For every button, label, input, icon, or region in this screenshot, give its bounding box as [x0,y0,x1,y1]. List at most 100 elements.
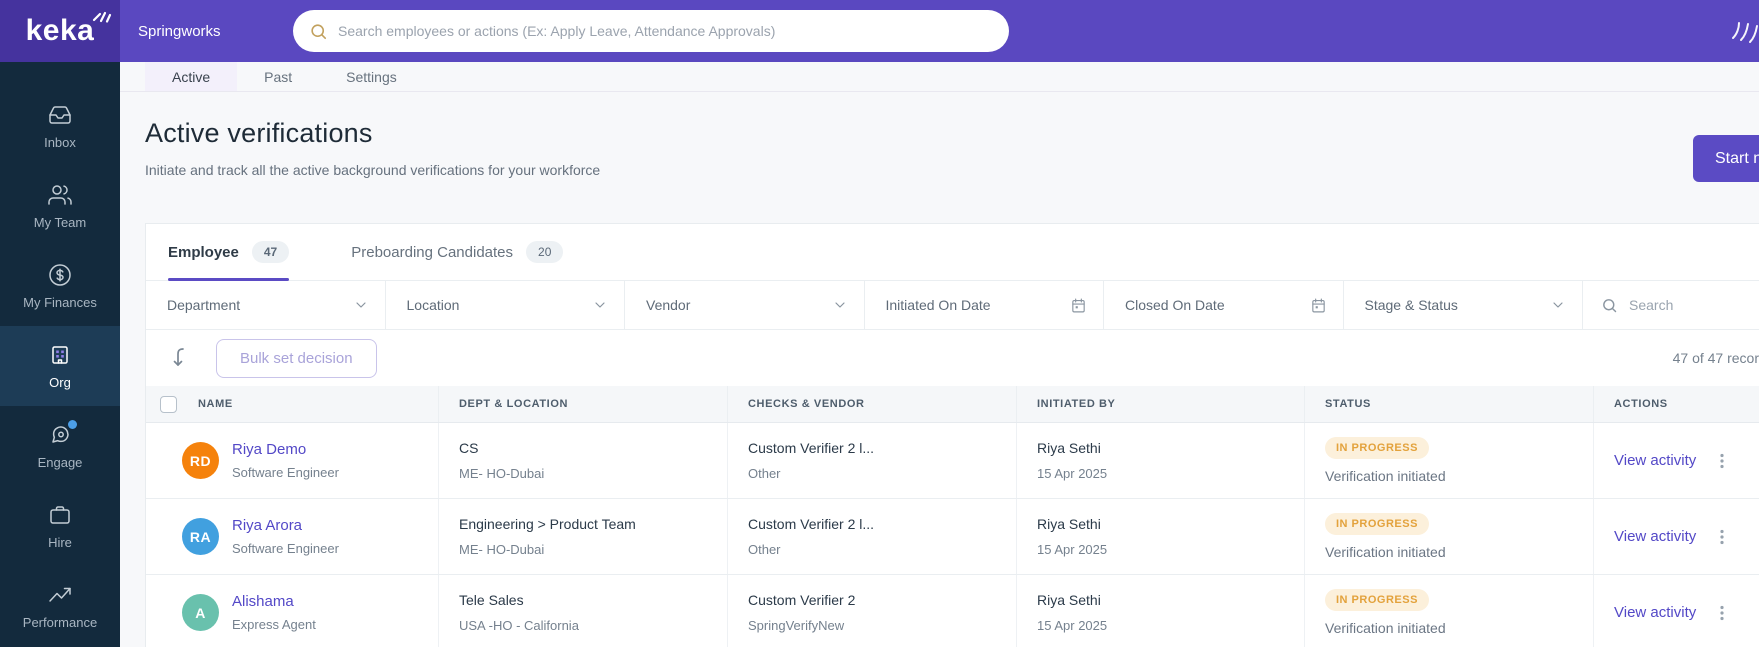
page-title: Active verifications [145,118,373,148]
chevron-down-icon [1550,297,1566,313]
calendar-icon [1070,297,1087,314]
status-text: Verification initiated [1325,468,1446,484]
initiated-by: Riya Sethi [1037,516,1101,532]
employee-role: Software Engineer [232,465,339,480]
column-initiated-by: INITIATED BY [1017,386,1305,422]
page-header: Active verifications Initiate and track … [120,92,1759,178]
people-icon [48,183,72,207]
top-bar: keka Springworks [0,0,1759,62]
kebab-menu-icon[interactable] [1714,528,1730,546]
view-activity-link[interactable]: View activity [1614,604,1696,621]
tab-past[interactable]: Past [237,62,319,91]
filter-closed-on-date[interactable]: Closed On Date [1104,281,1344,329]
location: USA -HO - California [459,618,579,633]
calendar-icon [1310,297,1327,314]
initiated-on: 15 Apr 2025 [1037,618,1108,633]
filter-vendor[interactable]: Vendor [625,281,865,329]
sidebar-label: Performance [22,614,98,630]
initiated-on: 15 Apr 2025 [1037,466,1108,481]
chevron-down-icon [353,297,369,313]
records-count: 47 of 47 recor [1672,350,1759,366]
keka-logo-block[interactable]: keka [0,0,120,62]
tab-strip: Active Past Settings [120,62,1759,92]
dept: Tele Sales [459,592,524,608]
filter-label: Vendor [646,297,691,313]
status-badge: IN PROGRESS [1325,589,1429,611]
select-all-checkbox[interactable] [160,395,177,413]
filter-stage-status[interactable]: Stage & Status [1344,281,1583,329]
sidebar: Inbox My Team My Finances Org Engage Hir… [0,62,120,647]
filter-initiated-on-date[interactable]: Initiated On Date [865,281,1104,329]
briefcase-icon [48,503,72,527]
sidebar-item-my-finances[interactable]: My Finances [0,246,120,326]
filter-bar: Department Location Vendor Initiated On … [146,281,1759,330]
filter-label: Closed On Date [1125,297,1225,313]
inbox-icon [48,103,72,127]
avatar: RD [182,442,219,479]
tab-active[interactable]: Active [145,62,238,91]
filter-location[interactable]: Location [386,281,625,329]
initiated-by: Riya Sethi [1037,440,1101,456]
table-row: A Alishama Express Agent Tele Sales USA … [146,575,1759,647]
engage-chat-icon [48,419,77,447]
employee-name-link[interactable]: Riya Arora [232,517,339,534]
subtab-preboarding[interactable]: Preboarding Candidates 20 [351,224,564,280]
start-new-verification-button[interactable]: Start n [1693,135,1759,182]
kebab-menu-icon[interactable] [1714,452,1730,470]
trending-up-icon [48,583,72,607]
status-text: Verification initiated [1325,544,1446,560]
org-building-icon [48,343,72,367]
column-status: STATUS [1305,386,1594,422]
sidebar-item-engage[interactable]: Engage [0,406,120,486]
kebab-menu-icon[interactable] [1714,604,1730,622]
view-activity-link[interactable]: View activity [1614,452,1696,469]
company-name[interactable]: Springworks [138,23,293,40]
filter-label: Location [406,297,460,313]
global-search-input[interactable] [338,23,993,39]
bulk-set-decision-button[interactable]: Bulk set decision [216,338,377,378]
sidebar-item-inbox[interactable]: Inbox [0,86,120,166]
initiated-by: Riya Sethi [1037,592,1101,608]
table-search-input[interactable] [1629,297,1759,313]
page-subtitle: Initiate and track all the active backgr… [145,162,601,178]
sidebar-item-hire[interactable]: Hire [0,486,120,566]
employee-name-link[interactable]: Alishama [232,593,316,610]
chevron-down-icon [832,297,848,313]
subtab-label: Employee [168,243,239,261]
vendor-name: SpringVerifyNew [748,618,845,633]
verifications-card: Employee 47 Preboarding Candidates 20 De… [145,223,1759,647]
sidebar-label: Engage [37,454,83,470]
sidebar-label: Org [49,374,71,390]
vendor-name: Other [748,542,781,557]
sort-icon[interactable] [172,346,192,370]
column-checks-vendor: CHECKS & VENDOR [728,386,1017,422]
sidebar-item-org[interactable]: Org [0,326,120,406]
filter-department[interactable]: Department [146,281,386,329]
avatar: RA [182,518,219,555]
view-activity-link[interactable]: View activity [1614,528,1696,545]
employee-name-link[interactable]: Riya Demo [232,441,339,458]
column-actions: ACTIONS [1614,398,1668,410]
announcement-icon[interactable] [1727,14,1759,53]
tab-settings[interactable]: Settings [319,62,424,91]
table-row: RA Riya Arora Software Engineer Engineer… [146,499,1759,575]
employee-role: Express Agent [232,617,316,632]
table-search[interactable] [1583,281,1759,329]
preboarding-count-badge: 20 [526,241,564,263]
search-icon [311,23,327,39]
subtab-employee[interactable]: Employee 47 [168,224,290,281]
status-badge: IN PROGRESS [1325,437,1429,459]
dept: Engineering > Product Team [459,516,636,532]
filter-label: Stage & Status [1364,297,1458,313]
subtab-label: Preboarding Candidates [351,243,514,261]
sidebar-item-performance[interactable]: Performance [0,566,120,646]
global-search[interactable] [293,10,1009,52]
table-header: NAME DEPT & LOCATION CHECKS & VENDOR INI… [146,386,1759,423]
column-name: NAME [198,398,233,410]
column-dept-location: DEPT & LOCATION [439,386,728,422]
check-name: Custom Verifier 2 l... [748,516,875,532]
sidebar-label: My Finances [23,294,97,310]
sidebar-item-my-team[interactable]: My Team [0,166,120,246]
search-icon [1603,298,1617,312]
initiated-on: 15 Apr 2025 [1037,542,1108,557]
